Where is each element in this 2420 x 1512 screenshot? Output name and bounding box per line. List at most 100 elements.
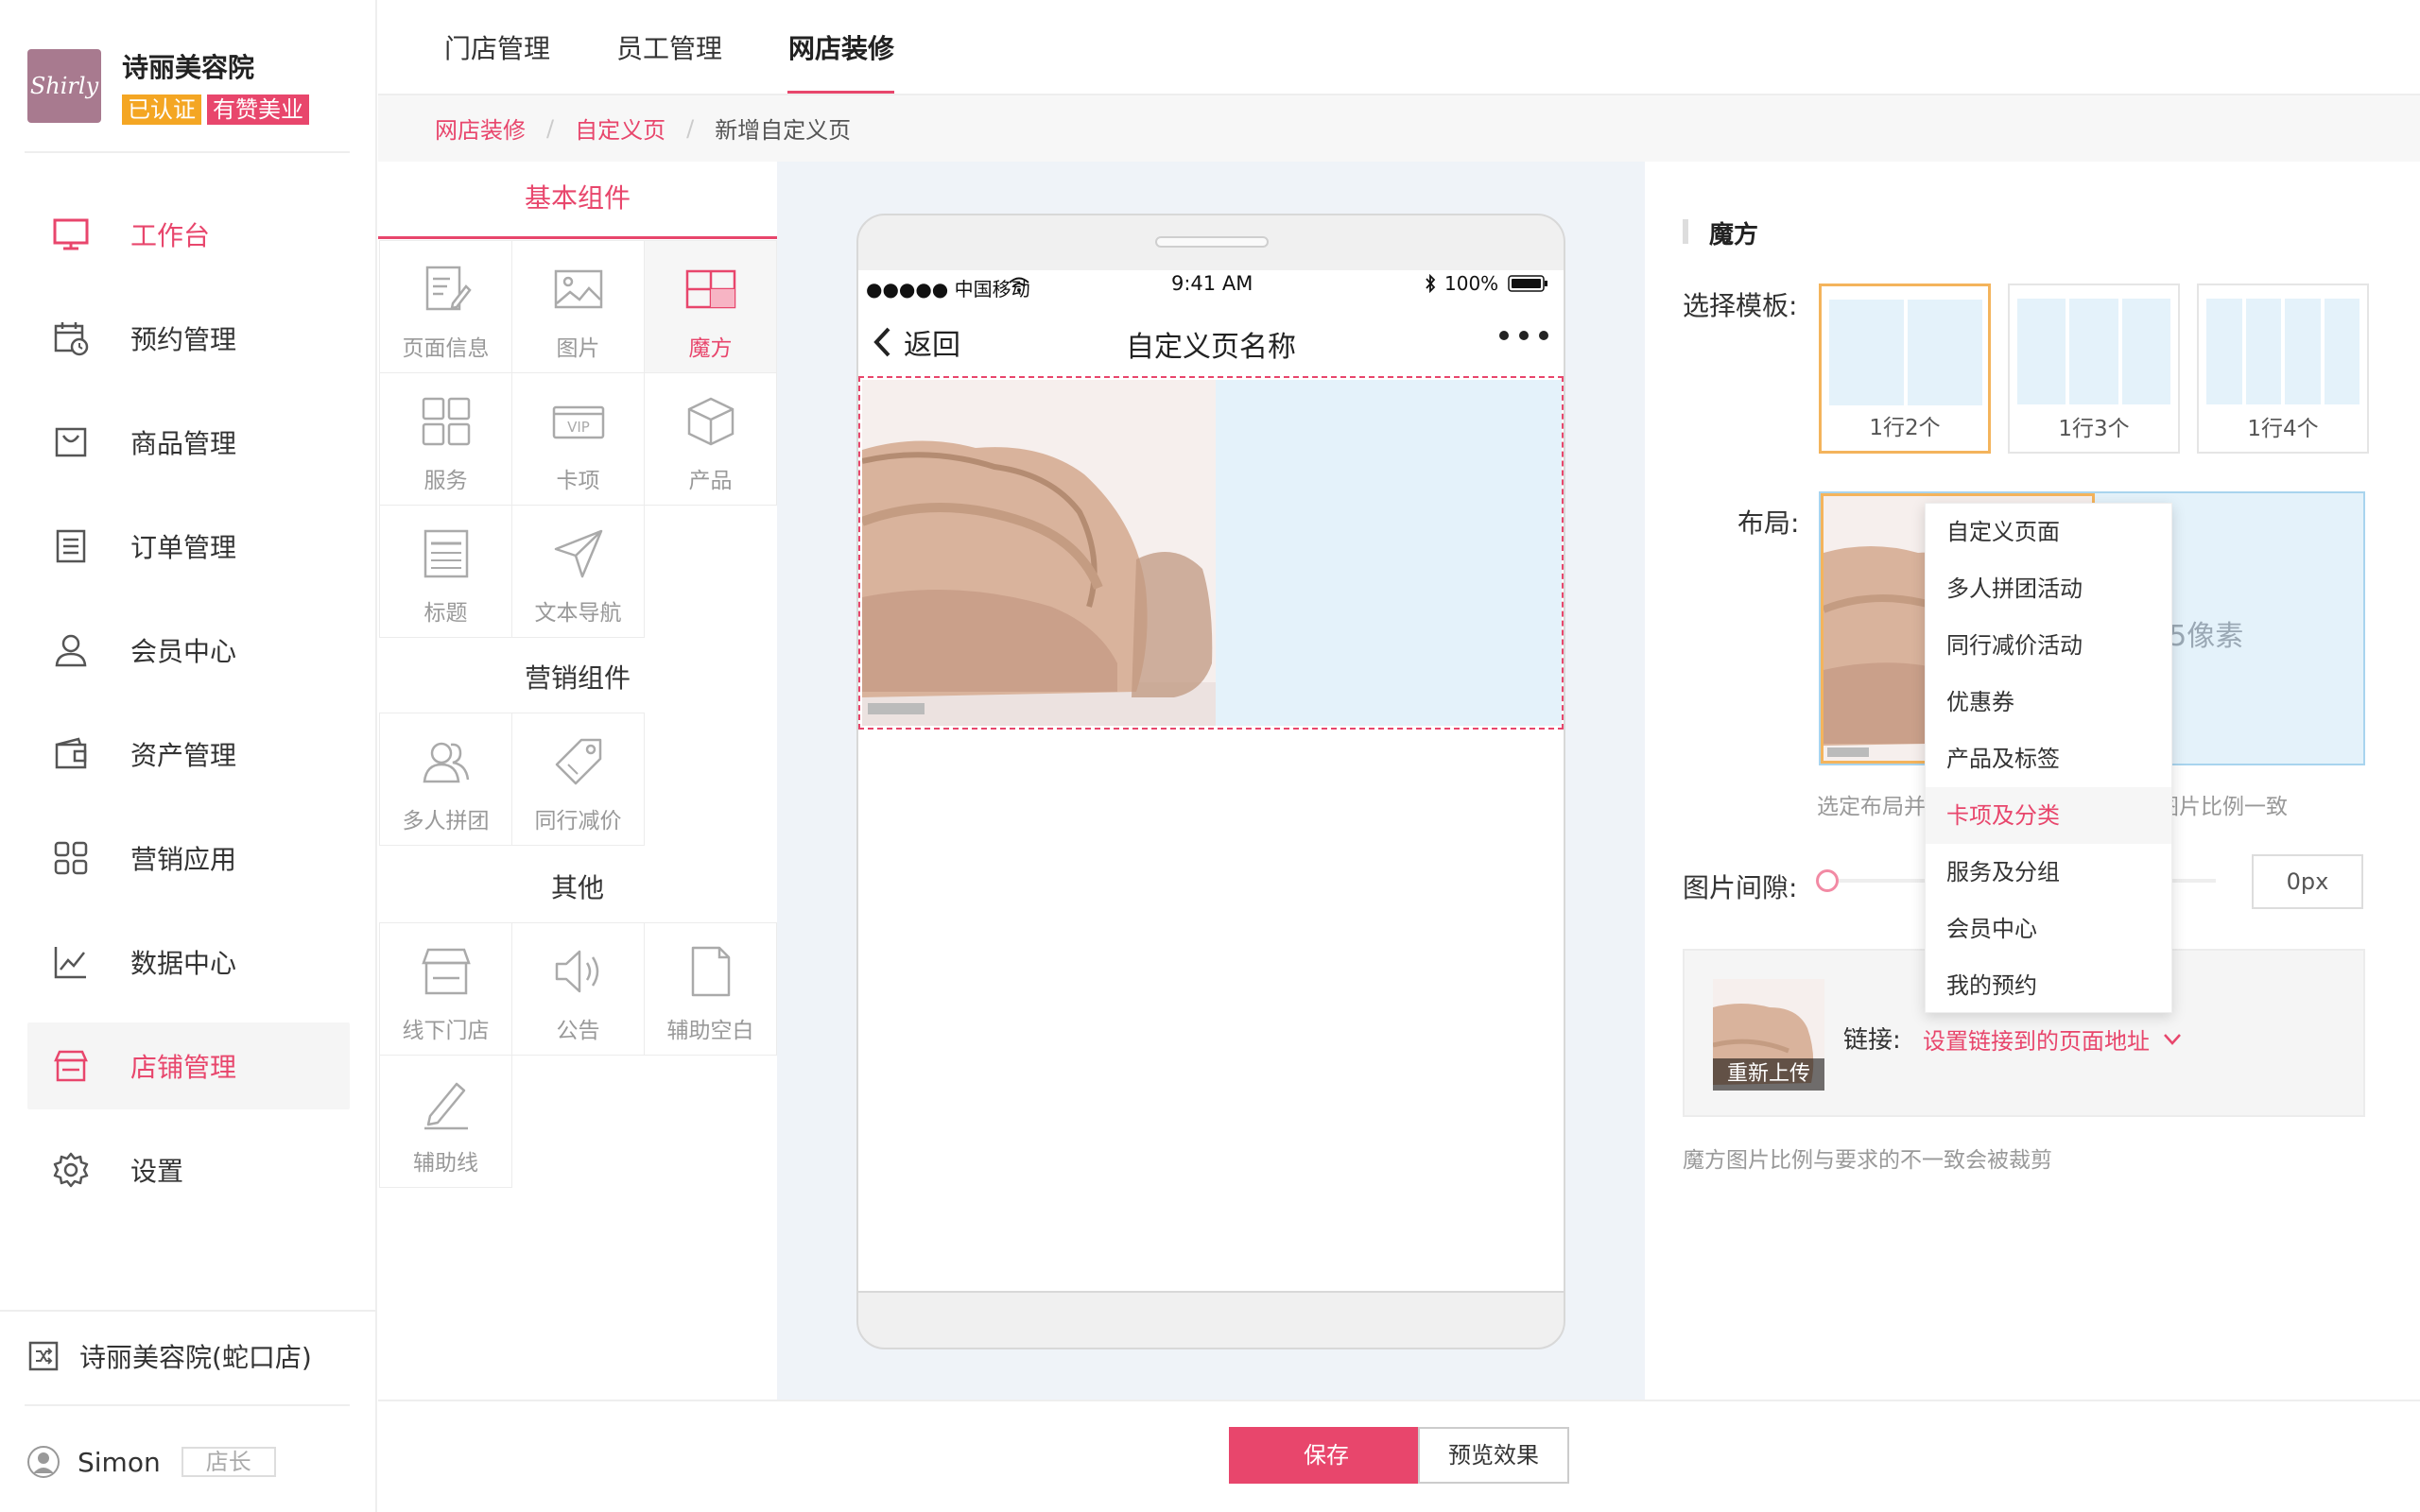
component-product[interactable]: 产品 (644, 372, 777, 506)
sidebar-item-products[interactable]: 商品管理 (27, 399, 350, 486)
branch-switcher[interactable]: 诗丽美容院(蛇口店) (28, 1332, 312, 1380)
component-group-buy[interactable]: 多人拼团 (379, 713, 512, 846)
cube-empty-slot[interactable] (1216, 380, 1562, 726)
chevron-down-icon (2164, 1033, 2181, 1045)
carrier-label: ●●●●● 中国移动 (866, 274, 1030, 301)
chevron-left-icon (873, 327, 890, 357)
component-label: 魔方 (688, 336, 733, 361)
component-divider-line[interactable]: 辅助线 (379, 1055, 512, 1188)
reupload-button[interactable]: 重新上传 (1713, 1058, 1824, 1091)
brand-badge: 有赞美业 (207, 94, 309, 125)
component-card[interactable]: VIP 卡项 (511, 372, 645, 506)
sidebar-item-label: 营销应用 (130, 844, 237, 875)
component-notice[interactable]: 公告 (511, 922, 645, 1056)
cube-image[interactable] (862, 380, 1216, 726)
component-blank-space[interactable]: 辅助空白 (644, 922, 777, 1056)
wifi-icon (1009, 277, 1029, 292)
basic-components-header[interactable]: 基本组件 (378, 170, 777, 236)
breadcrumb-link[interactable]: 自定义页 (575, 112, 666, 145)
user-role-badge: 店长 (181, 1447, 276, 1477)
tab-staff-management[interactable]: 员工管理 (616, 28, 722, 66)
status-time: 9:41 AM (1171, 272, 1253, 295)
template-1x4[interactable]: 1行4个 (2197, 284, 2369, 454)
menu-item-custom-page[interactable]: 自定义页面 (1926, 504, 2171, 560)
menu-item-peer-discount[interactable]: 同行减价活动 (1926, 617, 2171, 674)
sidebar-item-settings[interactable]: 设置 (27, 1126, 350, 1213)
back-button[interactable]: 返回 (872, 321, 960, 363)
monitor-icon (53, 218, 89, 250)
carrier-text: ●●●●● 中国移动 (866, 278, 1030, 301)
menu-item-products-tags[interactable]: 产品及标签 (1926, 730, 2171, 787)
tab-store-decoration[interactable]: 网店装修 (788, 28, 894, 66)
phone-navbar: 自定义页名称 返回 (858, 312, 1564, 372)
gap-input[interactable]: 0px (2252, 854, 2363, 909)
sidebar-item-orders[interactable]: 订单管理 (27, 503, 350, 590)
sidebar-item-label: 店铺管理 (130, 1052, 237, 1083)
battery-icon (1508, 275, 1548, 292)
component-label: 产品 (688, 469, 733, 493)
component-peer-discount[interactable]: 同行减价 (511, 713, 645, 846)
battery-percent: 100% (1444, 272, 1499, 295)
sidebar-item-appointments[interactable]: 预约管理 (27, 295, 350, 382)
gap-slider-handle[interactable] (1816, 869, 1839, 892)
menu-item-my-appointments[interactable]: 我的预约 (1926, 957, 2171, 1014)
template-1x3[interactable]: 1行3个 (2008, 284, 2180, 454)
tab-store-management[interactable]: 门店管理 (444, 28, 550, 66)
svg-text:VIP: VIP (567, 419, 590, 436)
menu-item-services-groups[interactable]: 服务及分组 (1926, 844, 2171, 901)
phone-status-bar: ●●●●● 中国移动 9:41 AM 100% (866, 272, 1558, 301)
component-label: 多人拼团 (402, 809, 490, 833)
sidebar-item-store-management[interactable]: 店铺管理 (27, 1022, 350, 1109)
page-title: 自定义页名称 (1126, 331, 1296, 364)
wallet-icon (55, 737, 87, 769)
component-label: 线下门店 (402, 1019, 490, 1043)
link-label: 链接: (1843, 1026, 1901, 1055)
component-label: 文本导航 (534, 601, 622, 626)
component-image[interactable]: 图片 (511, 240, 645, 373)
template-1x2[interactable]: 1行2个 (1819, 284, 1991, 454)
preview-button[interactable]: 预览效果 (1418, 1427, 1569, 1484)
menu-item-coupons[interactable]: 优惠券 (1926, 674, 2171, 730)
sidebar-item-label: 数据中心 (130, 948, 237, 979)
image-gap-label: 图片间隙: (1683, 872, 1798, 903)
component-label: 卡项 (556, 469, 600, 493)
speaker-icon (555, 950, 598, 993)
save-button[interactable]: 保存 (1229, 1427, 1424, 1484)
sidebar-divider (25, 1404, 350, 1406)
user-profile[interactable]: Simon 店长 (26, 1438, 276, 1486)
component-offline-store[interactable]: 线下门店 (379, 922, 512, 1056)
sidebar-item-workbench[interactable]: 工作台 (27, 191, 350, 278)
sidebar-item-label: 会员中心 (130, 636, 237, 667)
gear-icon (53, 1152, 89, 1188)
sidebar-item-label: 工作台 (130, 220, 211, 251)
component-service[interactable]: 服务 (379, 372, 512, 506)
component-text-nav[interactable]: 文本导航 (511, 505, 645, 638)
breadcrumb-separator: / (686, 114, 695, 142)
component-cube[interactable]: 魔方 (644, 240, 777, 373)
apps-grid-icon (54, 841, 88, 875)
menu-item-cards-categories[interactable]: 卡项及分类 (1926, 787, 2171, 844)
sidebar-item-members[interactable]: 会员中心 (27, 607, 350, 694)
menu-item-member-center[interactable]: 会员中心 (1926, 901, 2171, 957)
layout-hint-text: 选定布局并 (1817, 795, 1926, 819)
template-preview (2017, 299, 2170, 404)
cube-preview[interactable] (858, 376, 1564, 730)
battery-indicator: 100% (1424, 272, 1549, 295)
marketing-components-title: 营销组件 (524, 662, 631, 694)
menu-item-group-buy[interactable]: 多人拼团活动 (1926, 560, 2171, 617)
component-title[interactable]: 标题 (379, 505, 512, 638)
shop-icon (421, 948, 471, 995)
component-page-info[interactable]: 页面信息 (379, 240, 512, 373)
sidebar-item-assets[interactable]: 资产管理 (27, 711, 350, 798)
sidebar-item-label: 资产管理 (130, 740, 237, 771)
link-selector[interactable]: 设置链接到的页面地址 (1923, 1022, 2182, 1056)
breadcrumb-link[interactable]: 网店装修 (435, 112, 526, 145)
sidebar-item-marketing[interactable]: 营销应用 (27, 815, 350, 902)
component-label: 图片 (556, 336, 600, 361)
sidebar-divider (25, 151, 350, 153)
sidebar-item-data[interactable]: 数据中心 (27, 919, 350, 1005)
more-icon[interactable] (1497, 329, 1550, 342)
component-label: 辅助空白 (666, 1019, 754, 1043)
sidebar-divider (0, 1310, 377, 1312)
user-icon (55, 634, 87, 667)
